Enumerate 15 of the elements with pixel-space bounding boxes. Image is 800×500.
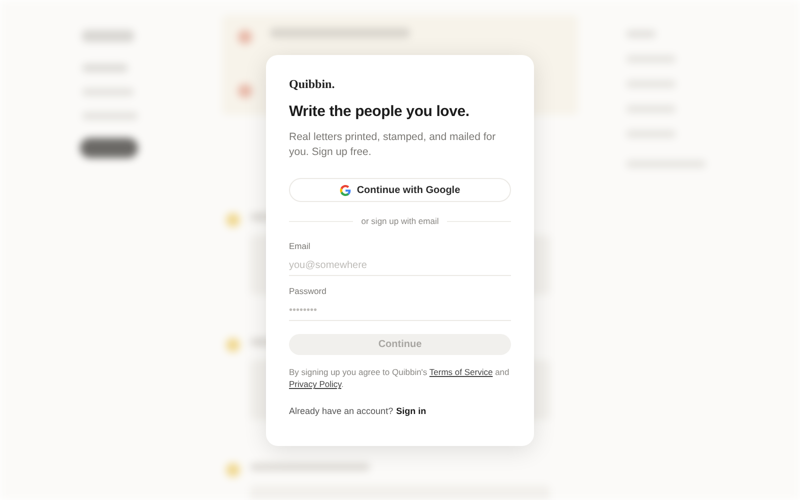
terms-of-service-link[interactable]: Terms of Service xyxy=(429,366,493,377)
email-field[interactable]: you@somewhere xyxy=(289,256,511,276)
brand-logo: Quibbin. xyxy=(289,77,336,91)
dialog-subtitle: Real letters printed, stamped, and mailed for you. Sign up free. xyxy=(289,130,497,160)
field-label: Email xyxy=(289,240,312,252)
terms-text: By signing up you agree to Quibbin's Terms of Service and Privacy Policy. xyxy=(289,366,510,391)
sign-in-prompt: Already have an account? xyxy=(289,404,394,418)
dialog-heading: Write the people you love. xyxy=(289,103,470,121)
sign-in-link[interactable]: Sign in xyxy=(396,404,426,418)
divider-label: or sign up with email xyxy=(361,215,439,228)
google-sign-in-button[interactable]: Continue with Google xyxy=(289,178,511,202)
password-field[interactable]: •••••••• xyxy=(289,300,511,321)
google-logo-icon xyxy=(340,184,351,196)
field-label: Password xyxy=(289,286,328,297)
privacy-policy-link[interactable]: Privacy Policy xyxy=(289,379,342,390)
